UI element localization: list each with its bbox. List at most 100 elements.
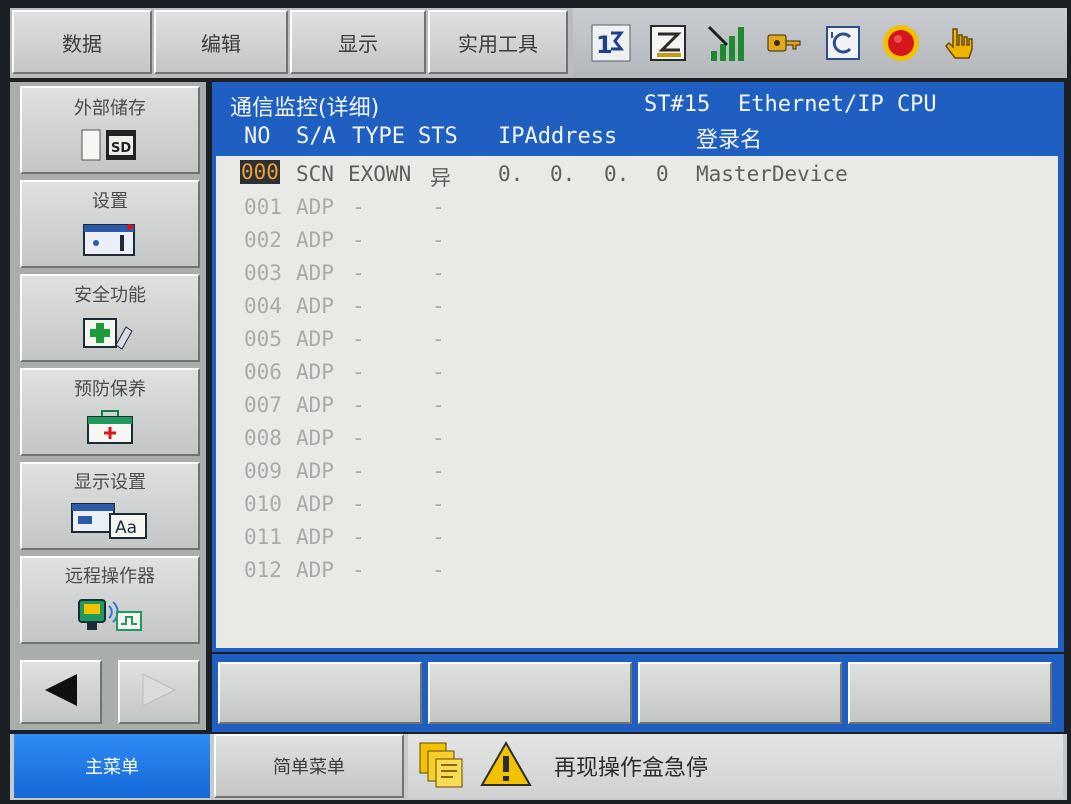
sidebar-item-preventive-maintenance[interactable]: 预防保养 [20,368,200,456]
soft-key-1[interactable] [218,662,422,724]
row-type: - [352,393,365,417]
table-row[interactable]: 007 ADP - - [216,389,1058,422]
sidebar-item-remote-operator[interactable]: 远程操作器 [20,556,200,644]
multi-window-icon [416,739,466,793]
simple-menu-button[interactable]: 简单菜单 [214,734,404,798]
row-status: - [432,228,445,252]
table-row[interactable]: 010 ADP - - [216,488,1058,521]
sidebar-item-external-storage[interactable]: 外部储存 SD [20,86,200,174]
remote-pendant-icon [75,596,145,638]
row-type: - [352,261,365,285]
row-no: 004 [244,294,282,318]
table-row[interactable]: 011 ADP - - [216,521,1058,554]
column-header-sa: S/A [296,124,336,149]
row-status: - [432,195,445,219]
sidebar-item-label: 外部储存 [74,98,146,119]
soft-key-2[interactable] [428,662,632,724]
page-right-arrow-icon [139,672,179,712]
table-row[interactable]: 000 SCN EXOWN 异 0. 0. 0. 0 MasterDevice [216,158,1058,191]
table-row[interactable]: 004 ADP - - [216,290,1058,323]
row-ip-octet-2: 0. [550,162,576,186]
display-settings-icon: Aa [70,502,150,544]
table-row[interactable]: 006 ADP - - [216,356,1058,389]
emergency-stop-icon [881,23,921,63]
table-row[interactable]: 012 ADP - - [216,554,1058,587]
sidebar-item-label: 设置 [92,191,128,212]
table-row[interactable]: 005 ADP - - [216,323,1058,356]
row-status: - [432,459,445,483]
row-no: 010 [244,492,282,516]
row-type: EXOWN [348,162,412,186]
soft-key-4[interactable] [848,662,1052,724]
menu-tab-data[interactable]: 数据 [12,10,152,74]
row-type: - [352,360,365,384]
page-left-button[interactable] [20,660,102,724]
sidebar-item-display-settings[interactable]: 显示设置 Aa [20,462,200,550]
row-status: - [432,294,445,318]
sidebar-item-label: 远程操作器 [65,566,155,587]
sd-label: SD [111,141,131,156]
menu-tab-edit[interactable]: 编辑 [154,10,288,74]
main-menu-button[interactable]: 主菜单 [14,734,210,798]
row-no: 008 [244,426,282,450]
table-row[interactable]: 008 ADP - - [216,422,1058,455]
device-list: 000 SCN EXOWN 异 0. 0. 0. 0 MasterDevice … [216,156,1058,648]
row-sa: ADP [296,195,334,219]
column-header-ip: IPAddress [498,124,618,149]
sidebar-item-settings[interactable]: 设置 [20,180,200,268]
sidebar-item-label: 安全功能 [74,285,146,306]
column-header-type: TYPE [352,124,405,149]
sidebar-item-safety-function[interactable]: 安全功能 [20,274,200,362]
row-type: - [352,426,365,450]
column-header-name: 登录名 [696,128,763,153]
hand-pointer-icon [939,23,979,63]
row-sa: SCN [296,162,334,186]
page-title: 通信监控(详细) [230,96,380,121]
station-number: ST#15 [644,92,711,117]
menu-tab-display[interactable]: 显示 [290,10,426,74]
row-sa: ADP [296,558,334,582]
row-status: 异 [430,166,451,190]
row-sa: ADP [296,261,334,285]
row-ip-octet-3: 0. [604,162,630,186]
row-type: - [352,228,365,252]
row-ip-octet-4: 0 [656,162,669,186]
robot-key-icon [765,23,805,63]
font-sample-label: Aa [115,518,137,538]
row-status: - [432,261,445,285]
row-sa: ADP [296,360,334,384]
warning-icon [480,740,532,792]
panel-header: 通信监控(详细) ST#15 Ethernet/IP CPU NO S/A TY… [212,82,1064,156]
page-right-button[interactable] [118,660,200,724]
table-row[interactable]: 002 ADP - - [216,224,1058,257]
menu-tab-label: 实用工具 [458,31,538,56]
row-status: - [432,360,445,384]
menu-tab-utility[interactable]: 实用工具 [428,10,568,74]
device-type: Ethernet/IP CPU [738,92,937,117]
soft-key-3[interactable] [638,662,842,724]
signal-bars-icon [707,23,747,63]
alarm-message: 再现操作盒急停 [554,756,709,781]
message-bar[interactable]: 再现操作盒急停 [408,734,1063,798]
row-status: - [432,525,445,549]
safety-function-icon [82,315,138,355]
edit-mode-icon [649,23,689,63]
column-header-sts: STS [418,124,458,149]
main-menu-label: 主菜单 [85,757,139,778]
row-status: - [432,327,445,351]
table-row[interactable]: 003 ADP - - [216,257,1058,290]
row-no: 007 [244,393,282,417]
menu-tab-label: 数据 [62,31,102,56]
comm-monitor-panel: 通信监控(详细) ST#15 Ethernet/IP CPU NO S/A TY… [212,82,1064,652]
table-row[interactable]: 009 ADP - - [216,455,1058,488]
menu-tab-label: 编辑 [201,31,241,56]
first-aid-kit-icon [85,409,135,449]
status-icon-area: 1 [573,8,1067,78]
row-sa: ADP [296,492,334,516]
table-row[interactable]: 001 ADP - - [216,191,1058,224]
sidebar-item-label: 显示设置 [74,472,146,493]
row-type: - [352,327,365,351]
row-status: - [432,426,445,450]
row-sa: ADP [296,459,334,483]
row-no: 003 [244,261,282,285]
